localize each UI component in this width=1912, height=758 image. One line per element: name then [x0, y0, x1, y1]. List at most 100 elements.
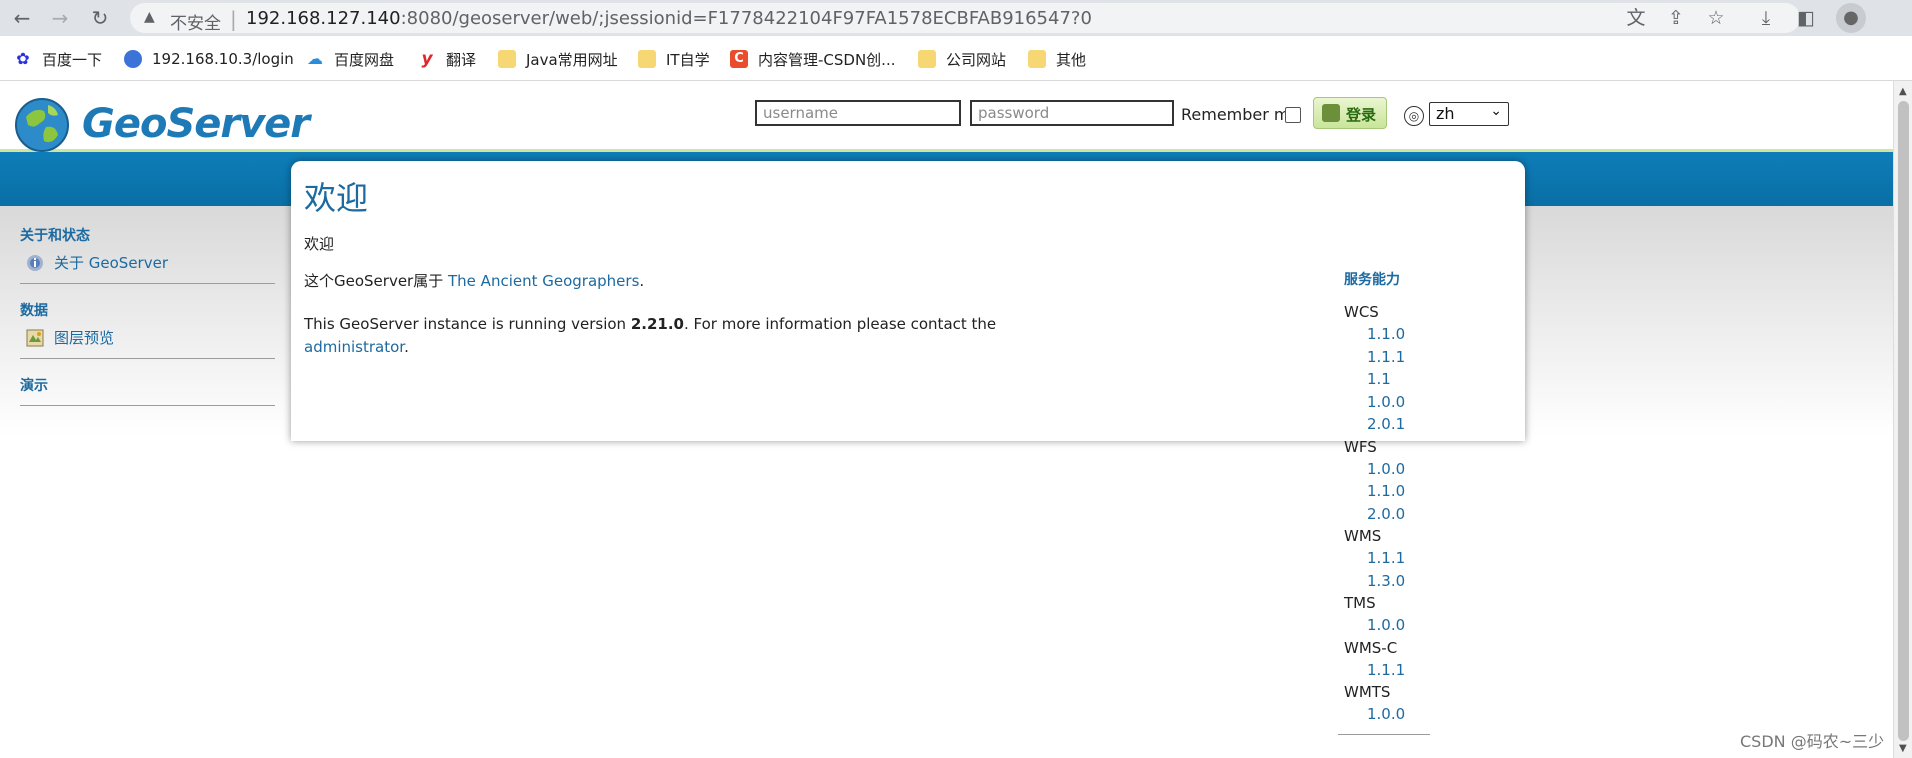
- username-input[interactable]: [755, 100, 961, 126]
- service-name: WMS-C: [1344, 638, 1398, 657]
- sidebar-divider: [20, 283, 275, 284]
- version-link[interactable]: 1.1.0: [1344, 480, 1444, 503]
- share-icon[interactable]: ⇪: [1664, 6, 1688, 30]
- sidebar-section-about: 关于和状态: [20, 228, 90, 244]
- sidebar-item-about-geoserver[interactable]: 关于 GeoServer: [20, 252, 275, 273]
- language-select[interactable]: zh ⌄: [1429, 102, 1509, 126]
- sidebar-section-demos[interactable]: 演示: [20, 375, 275, 395]
- version-line: This GeoServer instance is running versi…: [304, 315, 996, 333]
- bookmark-star-icon[interactable]: ☆: [1704, 6, 1728, 30]
- page-scrollbar[interactable]: ▲ ▼: [1893, 81, 1912, 758]
- version-link[interactable]: 1.1: [1344, 368, 1444, 391]
- version-link[interactable]: 1.1.1: [1344, 346, 1444, 369]
- bookmark-item[interactable]: 192.168.10.3/login: [124, 48, 294, 70]
- remember-me-label: Remember me: [1181, 105, 1300, 124]
- bookmark-label: 192.168.10.3/login: [152, 50, 294, 68]
- insecure-label: 不安全: [170, 14, 221, 34]
- geoserver-globe-icon[interactable]: [12, 95, 72, 155]
- version-link[interactable]: 1.0.0: [1344, 458, 1444, 481]
- side-panel-icon[interactable]: ◧: [1794, 6, 1818, 30]
- version-link[interactable]: 1.0.0: [1344, 614, 1444, 637]
- folder-icon: [498, 50, 516, 68]
- scroll-up-icon[interactable]: ▲: [1899, 86, 1907, 97]
- admin-suffix: .: [404, 338, 409, 356]
- csdn-icon: C: [730, 50, 748, 68]
- globe-icon: [124, 50, 142, 68]
- owner-link[interactable]: The Ancient Geographers: [448, 272, 639, 290]
- watermark: CSDN @码农~三少: [1740, 732, 1885, 751]
- language-value: zh: [1436, 104, 1455, 123]
- bookmark-item[interactable]: Java常用网址: [498, 48, 618, 70]
- translate-icon[interactable]: 文: [1624, 6, 1648, 30]
- sidebar-divider: [20, 405, 275, 406]
- login-button[interactable]: 登录: [1313, 97, 1387, 129]
- bookmark-label: 百度网盘: [334, 50, 395, 69]
- reload-icon[interactable]: ↻: [88, 6, 112, 30]
- welcome-panel: 欢迎 欢迎 这个GeoServer属于 The Ancient Geograph…: [291, 161, 1525, 441]
- map-icon: [26, 329, 44, 346]
- welcome-subtitle: 欢迎: [304, 235, 335, 253]
- geoserver-header: GeoServer Remember me 登录 ◎ zh ⌄: [0, 81, 1893, 152]
- version-link[interactable]: 1.1.0: [1344, 323, 1444, 346]
- administrator-link[interactable]: administrator: [304, 338, 404, 356]
- version-suffix: . For more information please contact th…: [684, 315, 997, 333]
- info-icon: [27, 254, 43, 271]
- admin-line: administrator.: [304, 338, 409, 356]
- geoserver-page: GeoServer Remember me 登录 ◎ zh ⌄ 关于和状态 关于…: [0, 81, 1893, 758]
- sidebar-item-layer-preview[interactable]: 图层预览: [20, 327, 275, 348]
- bookmark-item[interactable]: IT自学: [638, 48, 710, 70]
- download-icon[interactable]: ⤓: [1754, 6, 1778, 30]
- version-link[interactable]: 1.0.0: [1344, 703, 1444, 726]
- folder-icon: [1028, 50, 1046, 68]
- bookmark-label: Java常用网址: [526, 50, 618, 69]
- capabilities-title: 服务能力: [1344, 272, 1400, 288]
- bookmark-item[interactable]: C 内容管理-CSDN创...: [730, 48, 895, 70]
- browser-toolbar: ← → ↻ ▲ 不安全 | 192.168.127.140:8080/geose…: [0, 0, 1912, 36]
- owner-line: 这个GeoServer属于 The Ancient Geographers.: [304, 270, 644, 291]
- url-host: 192.168.127.140: [246, 8, 401, 29]
- scroll-thumb[interactable]: [1898, 101, 1909, 741]
- password-input[interactable]: [970, 100, 1174, 126]
- service-name: WMTS: [1344, 683, 1391, 701]
- bookmark-label: 百度一下: [42, 50, 103, 69]
- service-name: WFS: [1344, 437, 1377, 456]
- version-prefix: This GeoServer instance is running versi…: [304, 315, 627, 333]
- version-link[interactable]: 1.3.0: [1344, 570, 1444, 593]
- sidebar-item-label: 关于 GeoServer: [54, 254, 168, 272]
- forward-arrow-icon[interactable]: →: [48, 6, 72, 30]
- bookmark-item[interactable]: y 翻译: [418, 48, 476, 70]
- bookmark-item[interactable]: ✿ 百度一下: [14, 48, 102, 70]
- back-arrow-icon[interactable]: ←: [10, 6, 34, 30]
- login-button-label: 登录: [1346, 106, 1377, 124]
- sidebar-section-data: 数据: [20, 303, 48, 319]
- bookmark-item[interactable]: ☁ 百度网盘: [306, 48, 394, 70]
- service-name: TMS: [1344, 594, 1376, 612]
- bookmark-item[interactable]: 其他: [1028, 48, 1086, 70]
- sidebar-divider: [20, 358, 275, 359]
- cloud-icon: ☁: [307, 49, 323, 68]
- version-link[interactable]: 1.1.1: [1344, 547, 1444, 570]
- version-link[interactable]: 1.0.0: [1344, 391, 1444, 414]
- version-number: 2.21.0: [630, 315, 684, 333]
- bookmark-label: IT自学: [666, 50, 710, 69]
- scroll-down-icon[interactable]: ▼: [1899, 743, 1907, 754]
- geoserver-logo-text[interactable]: GeoServer: [82, 101, 310, 147]
- bookmark-label: 公司网站: [946, 50, 1007, 69]
- address-bar[interactable]: ▲ 不安全 | 192.168.127.140:8080/geoserver/w…: [130, 3, 1800, 34]
- version-link[interactable]: 1.1.1: [1344, 659, 1444, 682]
- service-name: WCS: [1344, 303, 1379, 321]
- profile-avatar-icon[interactable]: ●: [1836, 3, 1866, 33]
- remember-me-checkbox[interactable]: [1285, 107, 1301, 123]
- folder-icon: [918, 50, 936, 68]
- owner-suffix: .: [639, 272, 645, 290]
- owner-prefix: 这个GeoServer属于: [304, 272, 444, 290]
- folder-icon: [638, 50, 656, 68]
- bookmark-item[interactable]: 公司网站: [918, 48, 1006, 70]
- version-link[interactable]: 2.0.1: [1344, 413, 1444, 436]
- service-capabilities: 服务能力 WCS 1.1.0 1.1.1 1.1 1.0.0 2.0.1 WFS…: [1344, 269, 1444, 726]
- youdao-icon: y: [421, 49, 433, 69]
- sidebar-item-label: 图层预览: [54, 329, 115, 347]
- version-link[interactable]: 2.0.0: [1344, 503, 1444, 526]
- warning-icon: ▲: [144, 9, 155, 25]
- url-text[interactable]: 192.168.127.140:8080/geoserver/web/;jses…: [246, 8, 1092, 29]
